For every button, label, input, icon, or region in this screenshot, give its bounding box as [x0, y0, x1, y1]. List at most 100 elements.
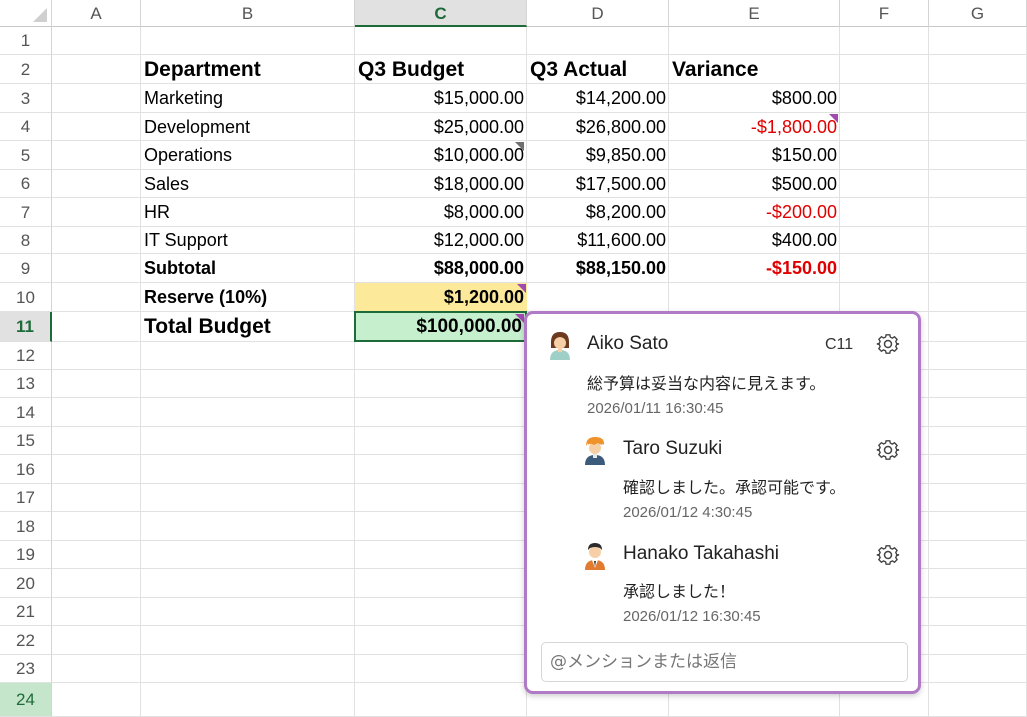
grid-cell[interactable] — [840, 227, 929, 254]
data-cell-department[interactable]: Marketing — [141, 84, 355, 113]
grid-cell[interactable] — [669, 27, 840, 55]
row-header-22[interactable]: 22 — [0, 626, 52, 655]
row-header-18[interactable]: 18 — [0, 512, 52, 541]
reserve-label-cell[interactable]: Reserve (10%) — [141, 283, 355, 312]
grid-cell[interactable] — [141, 512, 355, 541]
grid-cell[interactable] — [52, 283, 141, 312]
grid-cell[interactable] — [840, 55, 929, 84]
row-header-6[interactable]: 6 — [0, 170, 52, 198]
data-cell-budget[interactable]: $8,000.00 — [355, 198, 527, 227]
comment-thread-panel[interactable]: Aiko Sato C11 総予算は妥当な内容に見えます。 2026/01/11… — [524, 311, 921, 694]
row-header-2[interactable]: 2 — [0, 55, 52, 84]
grid-cell[interactable] — [929, 455, 1027, 484]
grid-cell[interactable] — [840, 27, 929, 55]
row-header-8[interactable]: 8 — [0, 227, 52, 254]
grid-cell[interactable] — [141, 598, 355, 626]
grid-cell[interactable] — [929, 55, 1027, 84]
grid-cell[interactable] — [355, 626, 527, 655]
column-header-f[interactable]: F — [840, 0, 929, 27]
grid-cell[interactable] — [141, 342, 355, 370]
row-header-7[interactable]: 7 — [0, 198, 52, 227]
row-header-19[interactable]: 19 — [0, 541, 52, 569]
grid-cell[interactable] — [840, 113, 929, 141]
data-cell-actual[interactable]: $9,850.00 — [527, 141, 669, 170]
gear-icon[interactable] — [876, 332, 900, 356]
data-cell-variance[interactable]: $400.00 — [669, 227, 840, 254]
grid-cell[interactable] — [669, 283, 840, 312]
total-budget-cell-selected[interactable]: $100,000.00 — [354, 311, 527, 342]
header-budget[interactable]: Q3 Budget — [355, 55, 527, 84]
grid-cell[interactable] — [840, 84, 929, 113]
grid-cell[interactable] — [141, 683, 355, 717]
grid-cell[interactable] — [929, 683, 1027, 717]
grid-cell[interactable] — [52, 55, 141, 84]
subtotal-variance-cell[interactable]: -$150.00 — [669, 254, 840, 283]
data-cell-actual[interactable]: $11,600.00 — [527, 227, 669, 254]
data-cell-budget[interactable]: $12,000.00 — [355, 227, 527, 254]
grid-cell[interactable] — [840, 198, 929, 227]
reply-input[interactable] — [542, 643, 907, 681]
reserve-budget-cell[interactable]: $1,200.00 — [355, 283, 527, 312]
data-cell-actual[interactable]: $14,200.00 — [527, 84, 669, 113]
row-header-24[interactable]: 24 — [0, 683, 52, 717]
column-header-e[interactable]: E — [669, 0, 840, 27]
row-header-23[interactable]: 23 — [0, 655, 52, 683]
data-cell-budget[interactable]: $15,000.00 — [355, 84, 527, 113]
grid-cell[interactable] — [355, 569, 527, 598]
data-cell-department[interactable]: IT Support — [141, 227, 355, 254]
grid-cell[interactable] — [141, 427, 355, 455]
grid-cell[interactable] — [52, 342, 141, 370]
grid-cell[interactable] — [929, 27, 1027, 55]
grid-cell[interactable] — [52, 170, 141, 198]
grid-cell[interactable] — [929, 198, 1027, 227]
grid-cell[interactable] — [929, 342, 1027, 370]
grid-cell[interactable] — [355, 455, 527, 484]
grid-cell[interactable] — [141, 541, 355, 569]
subtotal-budget-cell[interactable]: $88,000.00 — [355, 254, 527, 283]
comment-marker[interactable] — [517, 284, 526, 293]
grid-cell[interactable] — [929, 512, 1027, 541]
comment-marker[interactable] — [515, 314, 524, 323]
grid-cell[interactable] — [929, 541, 1027, 569]
gear-icon[interactable] — [876, 543, 900, 567]
row-header-5[interactable]: 5 — [0, 141, 52, 170]
data-cell-budget[interactable]: $10,000.00 — [355, 141, 527, 170]
grid-cell[interactable] — [527, 27, 669, 55]
grid-cell[interactable] — [355, 342, 527, 370]
data-cell-variance[interactable]: -$200.00 — [669, 198, 840, 227]
grid-cell[interactable] — [929, 655, 1027, 683]
grid-cell[interactable] — [929, 427, 1027, 455]
grid-cell[interactable] — [840, 141, 929, 170]
data-cell-actual[interactable]: $26,800.00 — [527, 113, 669, 141]
comment-marker[interactable] — [829, 114, 838, 123]
grid-cell[interactable] — [355, 598, 527, 626]
header-department[interactable]: Department — [141, 55, 355, 84]
data-cell-budget[interactable]: $25,000.00 — [355, 113, 527, 141]
data-cell-variance[interactable]: $150.00 — [669, 141, 840, 170]
grid-cell[interactable] — [527, 283, 669, 312]
data-cell-variance[interactable]: -$1,800.00 — [669, 113, 840, 141]
grid-cell[interactable] — [52, 484, 141, 512]
column-header-b[interactable]: B — [141, 0, 355, 27]
grid-cell[interactable] — [141, 398, 355, 427]
data-cell-department[interactable]: HR — [141, 198, 355, 227]
grid-cell[interactable] — [355, 427, 527, 455]
data-cell-variance[interactable]: $500.00 — [669, 170, 840, 198]
row-header-1[interactable]: 1 — [0, 27, 52, 55]
grid-cell[interactable] — [52, 455, 141, 484]
row-header-10[interactable]: 10 — [0, 283, 52, 312]
grid-cell[interactable] — [141, 455, 355, 484]
grid-cell[interactable] — [141, 484, 355, 512]
grid-cell[interactable] — [355, 541, 527, 569]
grid-cell[interactable] — [141, 27, 355, 55]
grid-cell[interactable] — [141, 655, 355, 683]
column-header-g[interactable]: G — [929, 0, 1027, 27]
row-header-3[interactable]: 3 — [0, 84, 52, 113]
grid-cell[interactable] — [52, 427, 141, 455]
grid-cell[interactable] — [929, 170, 1027, 198]
grid-cell[interactable] — [355, 484, 527, 512]
grid-cell[interactable] — [52, 655, 141, 683]
grid-cell[interactable] — [355, 512, 527, 541]
grid-cell[interactable] — [52, 598, 141, 626]
grid-cell[interactable] — [355, 683, 527, 717]
